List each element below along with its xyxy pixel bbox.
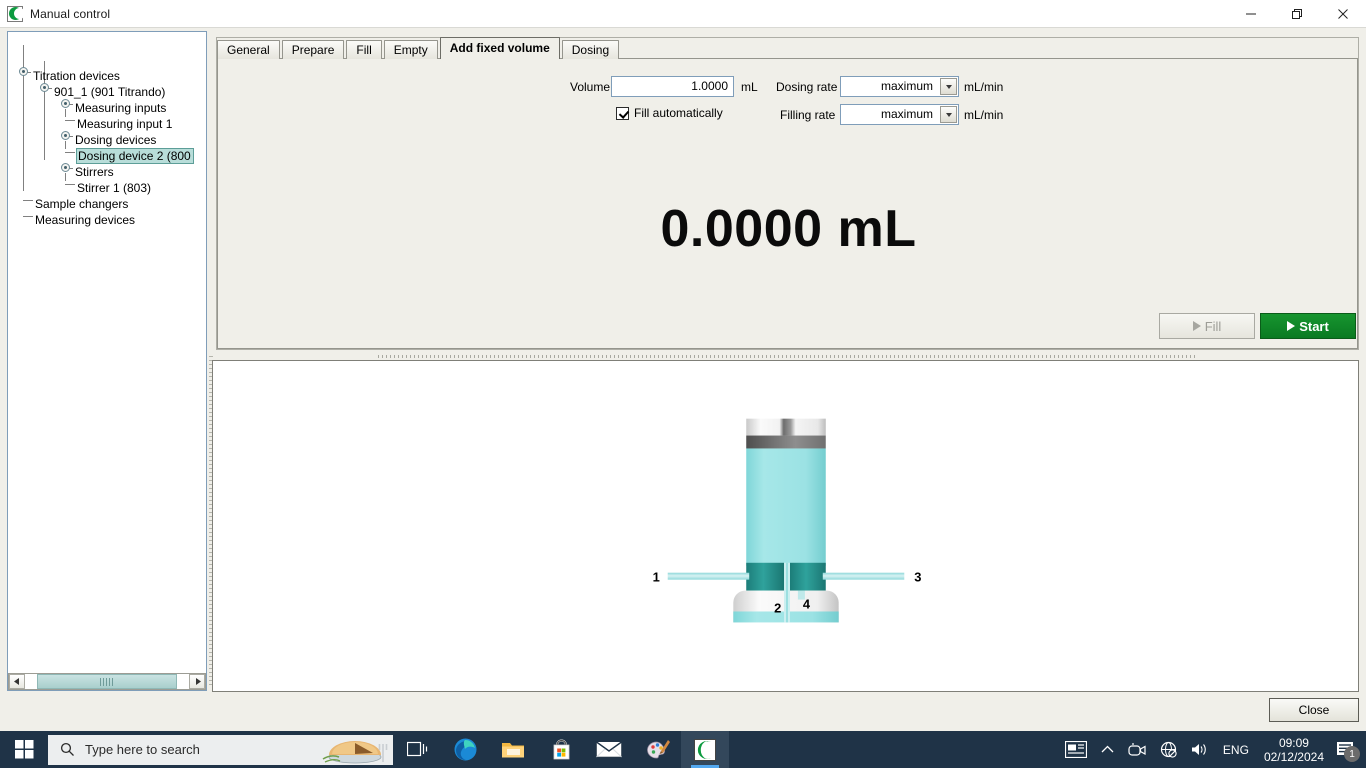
- tree-item-measuring-inputs[interactable]: Measuring inputs: [75, 100, 166, 116]
- horizontal-splitter[interactable]: [216, 352, 1359, 360]
- volume-unit: mL: [741, 80, 758, 94]
- filling-rate-select[interactable]: maximum: [840, 104, 959, 125]
- filling-rate-value: maximum: [841, 105, 939, 124]
- fill-automatically-checkbox[interactable]: Fill automatically: [616, 106, 723, 120]
- volume-readout: 0.0000 mL: [218, 199, 1359, 259]
- news-and-interests-icon[interactable]: [1058, 731, 1094, 768]
- volume-icon[interactable]: [1184, 731, 1216, 768]
- tiamo-app-icon[interactable]: [681, 731, 729, 768]
- scroll-track-right[interactable]: [178, 674, 189, 689]
- tree-item-sample-changers[interactable]: Sample changers: [35, 196, 128, 212]
- tab-general[interactable]: General: [217, 40, 280, 59]
- dosing-rate-select[interactable]: maximum: [840, 76, 959, 97]
- chevron-down-icon[interactable]: [940, 106, 957, 123]
- tab-fill[interactable]: Fill: [346, 40, 381, 59]
- dosing-rate-value: maximum: [841, 77, 939, 96]
- diagram-port-label-2: 2: [774, 600, 781, 615]
- filling-rate-unit: mL/min: [964, 108, 1003, 122]
- show-hidden-icons-chevron-icon[interactable]: [1094, 731, 1121, 768]
- task-view-icon[interactable]: [393, 731, 441, 768]
- chevron-down-icon[interactable]: [940, 78, 957, 95]
- file-explorer-icon[interactable]: [489, 731, 537, 768]
- device-tree-panel[interactable]: Titration devices 901_1 (901 Titrando) M…: [7, 31, 207, 691]
- start-button-label: Start: [1299, 319, 1329, 334]
- scroll-thumb[interactable]: [37, 674, 177, 689]
- close-button[interactable]: Close: [1269, 698, 1359, 722]
- diagram-port-label-4: 4: [803, 597, 811, 612]
- notification-badge: 1: [1344, 746, 1360, 762]
- diagram-port-label-3: 3: [914, 570, 921, 585]
- start-button[interactable]: Start: [1260, 313, 1356, 339]
- volume-label: Volume: [570, 80, 610, 94]
- tree-item-measuring-input-1[interactable]: Measuring input 1: [77, 116, 172, 132]
- edge-icon[interactable]: [441, 731, 489, 768]
- checkbox-box-icon[interactable]: [616, 107, 629, 120]
- tree-item-dosing-device-2-selected[interactable]: Dosing device 2 (800: [76, 148, 194, 164]
- maximize-button[interactable]: [1274, 0, 1320, 28]
- tree-item-stirrer-1[interactable]: Stirrer 1 (803): [77, 180, 151, 196]
- tree-item-measuring-devices[interactable]: Measuring devices: [35, 212, 135, 228]
- tree-expander-titration-devices[interactable]: [19, 67, 28, 76]
- metrohm-logo-icon: [7, 6, 23, 22]
- clock-time: 09:09: [1264, 736, 1324, 750]
- add-fixed-volume-panel: Volume 1.0000 mL Fill automatically Dosi…: [217, 58, 1358, 349]
- scroll-left-arrow-icon[interactable]: [9, 674, 25, 689]
- mail-icon[interactable]: [585, 731, 633, 768]
- scroll-track-left[interactable]: [25, 674, 36, 689]
- minimize-button[interactable]: [1228, 0, 1274, 28]
- network-blocked-icon[interactable]: [1153, 731, 1184, 768]
- notification-center-icon[interactable]: 1: [1332, 731, 1366, 768]
- filling-rate-label: Filling rate: [780, 108, 835, 122]
- volume-input[interactable]: 1.0000: [611, 76, 734, 97]
- tree-item-901-1[interactable]: 901_1 (901 Titrando): [54, 84, 165, 100]
- tab-strip: General Prepare Fill Empty Add fixed vol…: [217, 39, 621, 59]
- window-controls: [1228, 0, 1366, 28]
- clock-date: 02/12/2024: [1264, 750, 1324, 764]
- play-triangle-icon: [1193, 321, 1201, 331]
- tab-prepare[interactable]: Prepare: [282, 40, 345, 59]
- search-input[interactable]: Type here to search: [48, 735, 393, 765]
- device-diagram-panel: 1 3 2 4: [212, 360, 1359, 692]
- dosing-rate-unit: mL/min: [964, 80, 1003, 94]
- window-title: Manual control: [30, 7, 110, 21]
- tree-expander-901-1[interactable]: [40, 83, 49, 92]
- tree-horizontal-scrollbar[interactable]: [8, 673, 206, 690]
- fill-button-label: Fill: [1205, 319, 1222, 334]
- manual-control-window: Manual control: [0, 0, 1366, 731]
- system-tray: ENG 09:09 02/12/2024 1: [1058, 731, 1366, 768]
- fill-automatically-label: Fill automatically: [634, 106, 723, 120]
- search-placeholder-text: Type here to search: [85, 742, 200, 757]
- scroll-right-arrow-icon[interactable]: [189, 674, 205, 689]
- bing-pie-illustration-icon: [321, 735, 393, 765]
- tree-expander-measuring-inputs[interactable]: [61, 99, 70, 108]
- play-triangle-icon: [1287, 321, 1295, 331]
- tree-item-titration-devices[interactable]: Titration devices: [33, 68, 120, 84]
- close-window-button[interactable]: [1320, 0, 1366, 28]
- tree-expander-stirrers[interactable]: [61, 163, 70, 172]
- diagram-port-label-1: 1: [653, 570, 660, 585]
- dosing-rate-label: Dosing rate: [776, 80, 837, 94]
- tab-dosing[interactable]: Dosing: [562, 40, 619, 59]
- meet-now-icon[interactable]: [1121, 731, 1153, 768]
- title-bar: Manual control: [0, 0, 1366, 28]
- language-indicator[interactable]: ENG: [1216, 731, 1256, 768]
- tab-empty[interactable]: Empty: [384, 40, 438, 59]
- paint-icon[interactable]: [633, 731, 681, 768]
- tree-expander-dosing-devices[interactable]: [61, 131, 70, 140]
- tab-add-fixed-volume[interactable]: Add fixed volume: [440, 37, 560, 59]
- windows-taskbar: Type here to search: [0, 731, 1366, 768]
- clock[interactable]: 09:09 02/12/2024: [1256, 736, 1332, 764]
- search-icon: [60, 742, 75, 757]
- fill-button[interactable]: Fill: [1159, 313, 1255, 339]
- microsoft-store-icon[interactable]: [537, 731, 585, 768]
- tree-item-dosing-devices[interactable]: Dosing devices: [75, 132, 156, 148]
- start-button[interactable]: [0, 731, 48, 768]
- tree-item-stirrers[interactable]: Stirrers: [75, 164, 114, 180]
- dosing-cylinder-diagram: 1 3 2 4: [213, 361, 1358, 691]
